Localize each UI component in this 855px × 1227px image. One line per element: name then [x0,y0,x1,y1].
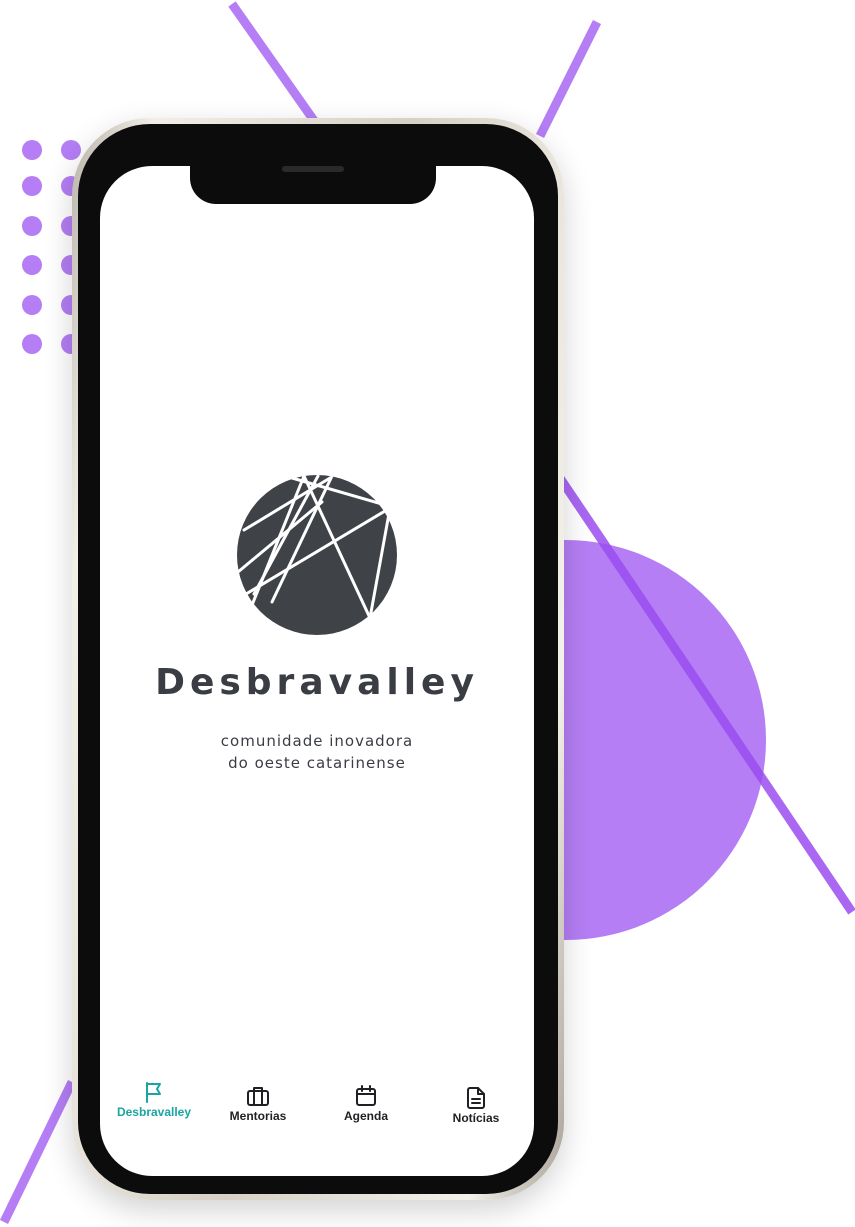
tab-agenda[interactable]: Agenda [316,1078,416,1142]
tab-noticias[interactable]: Notícias [426,1080,526,1144]
phone-frame: Desbravalley comunidade inovadora do oes… [72,118,564,1200]
deco-line-top-right [535,19,602,139]
deco-line-bottom-left [0,1080,77,1224]
tagline: comunidade inovadora do oeste catarinens… [100,730,534,774]
desbravalley-logo [236,474,397,635]
tab-mentorias[interactable]: Mentorias [208,1078,308,1142]
calendar-icon [356,1085,376,1106]
phone-notch [190,156,436,204]
app-screen: Desbravalley comunidade inovadora do oes… [100,166,534,1176]
deco-line-top-left [228,1,326,135]
flag-icon [146,1082,161,1103]
bottom-navigation: Desbravalley Mentorias Agenda Notícias [100,1070,534,1140]
tagline-line-1: comunidade inovadora [220,732,414,750]
tab-label: Agenda [343,1109,388,1123]
document-icon [467,1087,485,1109]
tab-label: Mentorias [229,1109,287,1123]
brand-title: Desbravalley [155,662,479,703]
tab-label: Notícias [452,1111,500,1125]
tagline-line-2: do oeste catarinense [228,754,406,772]
phone-bezel: Desbravalley comunidade inovadora do oes… [78,124,558,1194]
briefcase-icon [247,1087,269,1106]
tab-label: Desbravalley [116,1105,192,1119]
speaker-grille [282,166,344,172]
tab-desbravalley[interactable]: Desbravalley [104,1074,204,1138]
